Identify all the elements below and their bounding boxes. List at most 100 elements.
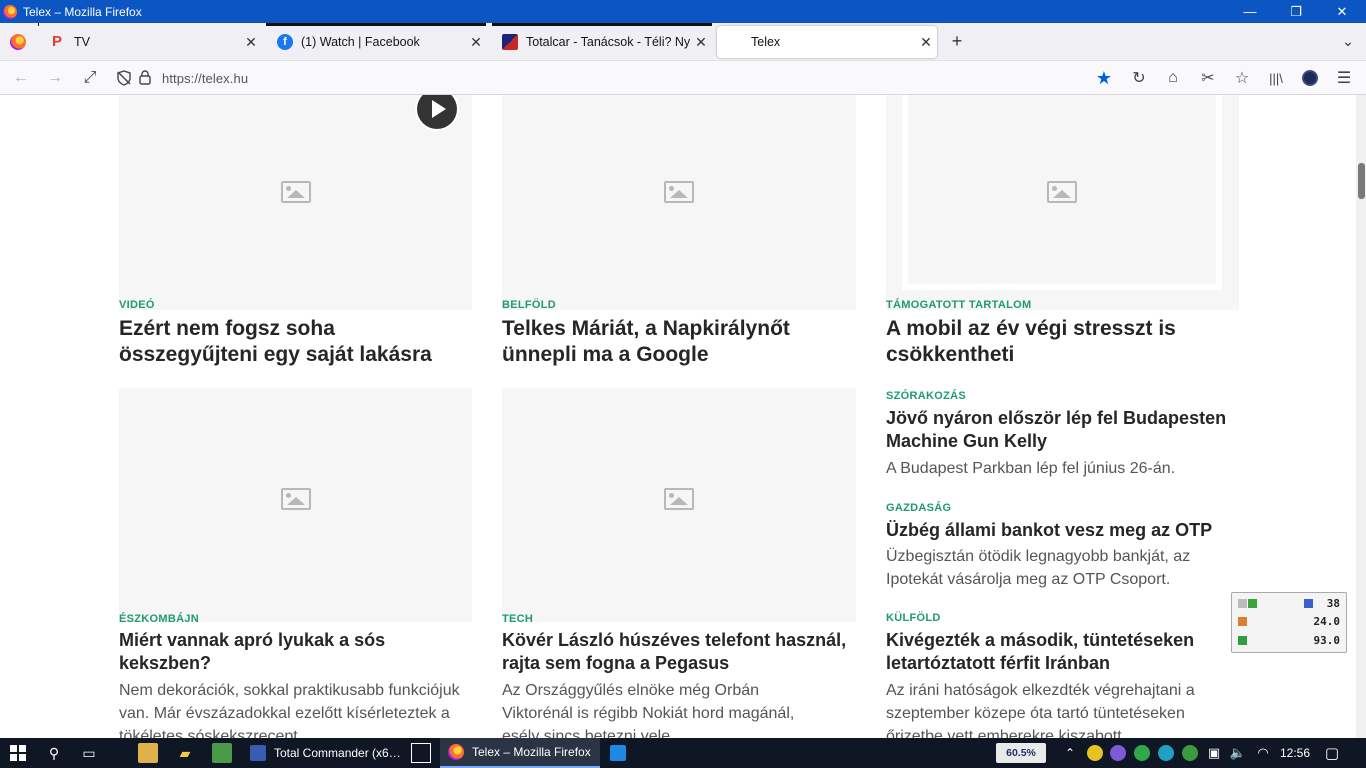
library-icon[interactable]: |||\ bbox=[1264, 66, 1288, 90]
system-monitor-gadget: 38 24.0 93.0 bbox=[1231, 592, 1347, 653]
new-tab-plus-icon[interactable]: + bbox=[945, 29, 969, 53]
back-arrow-icon[interactable]: ← bbox=[9, 66, 33, 90]
article-headline[interactable]: Miért vannak apró lyukak a sós kekszben? bbox=[119, 629, 419, 675]
image-placeholder-icon bbox=[281, 181, 311, 203]
fullscreen-expand-icon[interactable]: ⤢ bbox=[78, 66, 102, 90]
tray-green-icon[interactable] bbox=[1182, 745, 1198, 761]
reload-icon[interactable]: ↻ bbox=[1127, 66, 1151, 90]
task-view-icon[interactable]: ▭ bbox=[79, 743, 99, 763]
article-image-video[interactable] bbox=[119, 95, 472, 310]
close-tab-icon[interactable]: ✕ bbox=[690, 34, 712, 51]
article-category[interactable]: SZÓRAKOZÁS bbox=[886, 390, 966, 402]
article-headline[interactable]: A mobil az év végi stresszt is csökkenth… bbox=[886, 316, 1216, 368]
article-lead: Az iráni hatóságok elkezdték végrehajtan… bbox=[886, 682, 1195, 738]
article-headline[interactable]: Kivégezték a második, tüntetéseken letar… bbox=[886, 629, 1226, 675]
tray-check-icon[interactable] bbox=[1134, 745, 1150, 761]
menu-hamburger-icon[interactable]: ☰ bbox=[1332, 66, 1356, 90]
firefox-logo-icon bbox=[3, 4, 17, 19]
wifi-icon[interactable]: ◠ bbox=[1253, 743, 1273, 763]
firefox-view-button[interactable] bbox=[8, 32, 28, 52]
article-headline[interactable]: Jövő nyáron először lép fel Budapesten M… bbox=[886, 407, 1246, 453]
article-category[interactable]: BELFÖLD bbox=[502, 299, 556, 311]
pocket-icon[interactable]: ☆ bbox=[1230, 66, 1254, 90]
window-title-bar: Telex – Mozilla Firefox — ❐ ✕ bbox=[0, 0, 1366, 23]
close-tab-icon[interactable]: ✕ bbox=[240, 34, 262, 51]
gadget-value: 93.0 bbox=[1313, 634, 1341, 647]
taskbar-app-label: Telex – Mozilla Firefox bbox=[472, 745, 591, 759]
windows-start-icon[interactable] bbox=[8, 743, 28, 763]
article-headline[interactable]: Ezért nem fogsz soha összegyűjteni egy s… bbox=[119, 316, 479, 368]
window-title: Telex – Mozilla Firefox bbox=[23, 4, 142, 19]
close-window-button[interactable]: ✕ bbox=[1319, 0, 1365, 23]
total-commander-icon bbox=[250, 745, 266, 761]
article-headline[interactable]: Telkes Máriát, a Napkirálynőt ünnepli ma… bbox=[502, 316, 832, 368]
tab-title: (1) Watch | Facebook bbox=[301, 35, 420, 49]
tab-telex[interactable]: Telex ✕ bbox=[717, 26, 937, 58]
article-lead: Az Országgyűlés elnöke még Orbán Viktoré… bbox=[502, 682, 795, 738]
file-explorer-folder-icon[interactable]: ▰ bbox=[175, 743, 195, 763]
article-headline[interactable]: Kövér László húszéves telefont használ, … bbox=[502, 629, 862, 675]
tab-tv[interactable]: P TV ✕ bbox=[42, 26, 262, 58]
minimize-button[interactable]: — bbox=[1227, 0, 1273, 23]
notifications-icon[interactable]: ▢ bbox=[1322, 743, 1342, 763]
tab-strip: P TV ✕ f (1) Watch | Facebook ✕ Totalcar… bbox=[0, 23, 1366, 61]
scrollbar-thumb[interactable] bbox=[1358, 163, 1365, 199]
article-category[interactable]: TECH bbox=[502, 613, 533, 625]
download-arrow-icon bbox=[1248, 599, 1257, 608]
article-image-belfold[interactable] bbox=[502, 95, 856, 310]
sticky-notes-icon[interactable] bbox=[138, 743, 158, 763]
close-tab-icon[interactable]: ✕ bbox=[915, 34, 937, 51]
taskbar-app-total-commander[interactable]: Total Commander (x6… bbox=[242, 738, 438, 768]
image-placeholder-icon bbox=[664, 181, 694, 203]
firefox-icon bbox=[448, 744, 464, 760]
battery-indicator[interactable]: 60.5% bbox=[996, 743, 1046, 763]
url-text: https://telex.hu bbox=[162, 70, 249, 86]
article-category[interactable]: ÉSZKOMBÁJN bbox=[119, 613, 199, 625]
forward-arrow-icon[interactable]: → bbox=[43, 66, 67, 90]
blue-app-icon[interactable] bbox=[610, 745, 626, 761]
restore-button[interactable]: ❐ bbox=[1273, 0, 1319, 23]
cpu-icon bbox=[1238, 599, 1247, 608]
article-category[interactable]: VIDEÓ bbox=[119, 299, 155, 311]
lock-icon[interactable] bbox=[138, 69, 152, 85]
search-icon[interactable]: ⚲ bbox=[44, 743, 64, 763]
tab-title: Totalcar - Tanácsok - Téli? Nyári bbox=[526, 35, 690, 49]
close-tab-icon[interactable]: ✕ bbox=[465, 34, 487, 51]
gadget-value: 38 bbox=[1326, 597, 1340, 610]
page-content: VIDEÓ Ezért nem fogsz soha összegyűjteni… bbox=[0, 95, 1356, 738]
home-icon[interactable]: ⌂ bbox=[1161, 66, 1185, 90]
article-image-tech[interactable] bbox=[502, 388, 856, 622]
tab-totalcar[interactable]: Totalcar - Tanácsok - Téli? Nyári ✕ bbox=[492, 26, 712, 58]
viber-icon[interactable] bbox=[1110, 745, 1126, 761]
account-avatar[interactable] bbox=[1298, 66, 1322, 90]
list-all-tabs-chevron-icon[interactable]: ⌄ bbox=[1336, 29, 1360, 53]
volume-icon[interactable]: 🔈 bbox=[1228, 743, 1248, 763]
taskbar-clock[interactable]: 12:56 bbox=[1278, 738, 1312, 768]
play-video-icon[interactable] bbox=[417, 95, 457, 129]
article-headline[interactable]: Üzbég állami bankot vesz meg az OTP bbox=[886, 519, 1246, 542]
qr-app-icon[interactable] bbox=[411, 743, 431, 763]
article-category[interactable]: KÜLFÖLD bbox=[886, 612, 941, 624]
bookmark-star-icon[interactable]: ★ bbox=[1092, 66, 1116, 90]
article-lead: Üzbegisztán ötödik legnagyobb bankját, a… bbox=[886, 548, 1191, 588]
screenshot-icon[interactable]: ✂ bbox=[1196, 66, 1220, 90]
article-category[interactable]: GAZDASÁG bbox=[886, 502, 951, 514]
tab-facebook[interactable]: f (1) Watch | Facebook ✕ bbox=[267, 26, 487, 58]
navigation-toolbar: ← → ⤢ https://telex.hu ★ ↻ ⌂ ✂ ☆ |||\ ☰ bbox=[0, 61, 1366, 95]
display-icon[interactable]: ▣ bbox=[1204, 743, 1224, 763]
page-scrollbar[interactable] bbox=[1356, 95, 1366, 738]
tracking-protection-shield-icon[interactable] bbox=[116, 70, 132, 86]
disk-icon bbox=[1238, 636, 1247, 645]
article-category[interactable]: TÁMOGATOTT TARTALOM bbox=[886, 299, 1031, 311]
tray-app-icon[interactable] bbox=[1087, 745, 1103, 761]
spreadsheet-app-icon[interactable] bbox=[212, 743, 232, 763]
article-image-eszkombajn[interactable] bbox=[119, 388, 472, 622]
telex-icon bbox=[727, 34, 743, 50]
article-lead: Nem dekorációk, sokkal praktikusabb funk… bbox=[119, 682, 460, 738]
show-hidden-icons-chevron[interactable]: ⌃ bbox=[1060, 743, 1080, 763]
p-logo-icon: P bbox=[52, 33, 63, 50]
url-bar[interactable]: https://telex.hu bbox=[110, 65, 1126, 91]
tray-e-icon[interactable] bbox=[1158, 745, 1174, 761]
image-placeholder-icon bbox=[664, 488, 694, 510]
taskbar-app-firefox[interactable]: Telex – Mozilla Firefox bbox=[440, 738, 600, 768]
